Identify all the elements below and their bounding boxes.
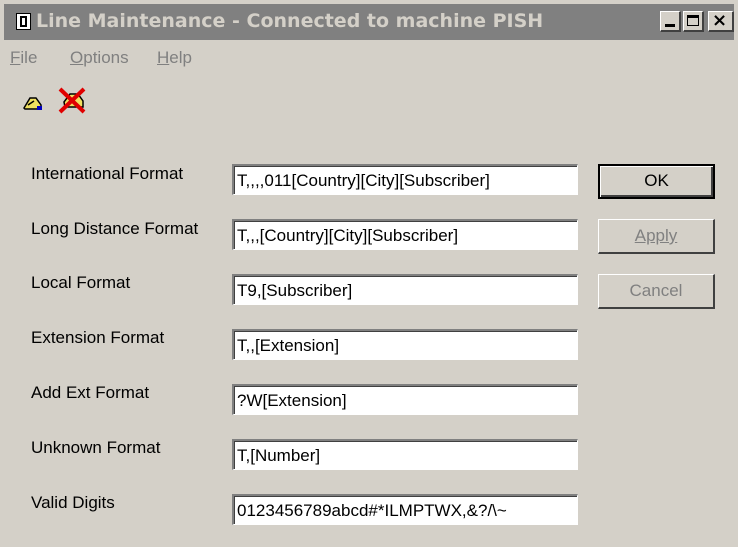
- cancel-button[interactable]: Cancel: [598, 274, 715, 309]
- extension-format-field[interactable]: T,,[Extension]: [232, 329, 578, 360]
- valid-digits-label: Valid Digits: [31, 493, 115, 512]
- connect-icon[interactable]: [22, 95, 44, 111]
- close-button[interactable]: ×: [708, 10, 734, 32]
- long-distance-format-label: Long Distance Format: [31, 219, 199, 238]
- international-format-label: International Format: [31, 164, 184, 183]
- long-distance-format-field[interactable]: T,,,[Country][City][Subscriber]: [232, 219, 578, 250]
- maximize-button[interactable]: [683, 11, 704, 32]
- international-format-field[interactable]: T,,,,011[Country][City][Subscriber]: [232, 164, 578, 195]
- maximize-icon: [687, 15, 699, 26]
- menu-options[interactable]: Options: [70, 48, 129, 68]
- title-bar[interactable]: Line Maintenance - Connected to machine …: [4, 4, 734, 40]
- app-icon: [16, 13, 31, 30]
- local-format-field[interactable]: T9,[Subscriber]: [232, 274, 578, 305]
- line-maintenance-window: Line Maintenance - Connected to machine …: [0, 0, 738, 547]
- add-ext-format-field[interactable]: ?W[Extension]: [232, 384, 578, 415]
- close-icon: ×: [712, 10, 728, 31]
- menu-file[interactable]: File: [10, 48, 37, 68]
- ok-button[interactable]: OK: [598, 164, 715, 199]
- extension-format-label: Extension Format: [31, 328, 165, 347]
- unknown-format-field[interactable]: T,[Number]: [232, 439, 578, 470]
- window-title: Line Maintenance - Connected to machine …: [36, 10, 544, 32]
- unknown-format-label: Unknown Format: [31, 438, 161, 457]
- disconnect-icon[interactable]: [56, 86, 88, 114]
- apply-button[interactable]: Apply: [598, 219, 715, 254]
- add-ext-format-label: Add Ext Format: [31, 383, 150, 402]
- valid-digits-field[interactable]: 0123456789abcd#*ILMPTWX,&?/\~: [232, 494, 578, 525]
- menu-help[interactable]: Help: [157, 48, 192, 68]
- local-format-label: Local Format: [31, 273, 131, 292]
- minimize-icon: [665, 24, 675, 27]
- minimize-button[interactable]: [660, 11, 681, 32]
